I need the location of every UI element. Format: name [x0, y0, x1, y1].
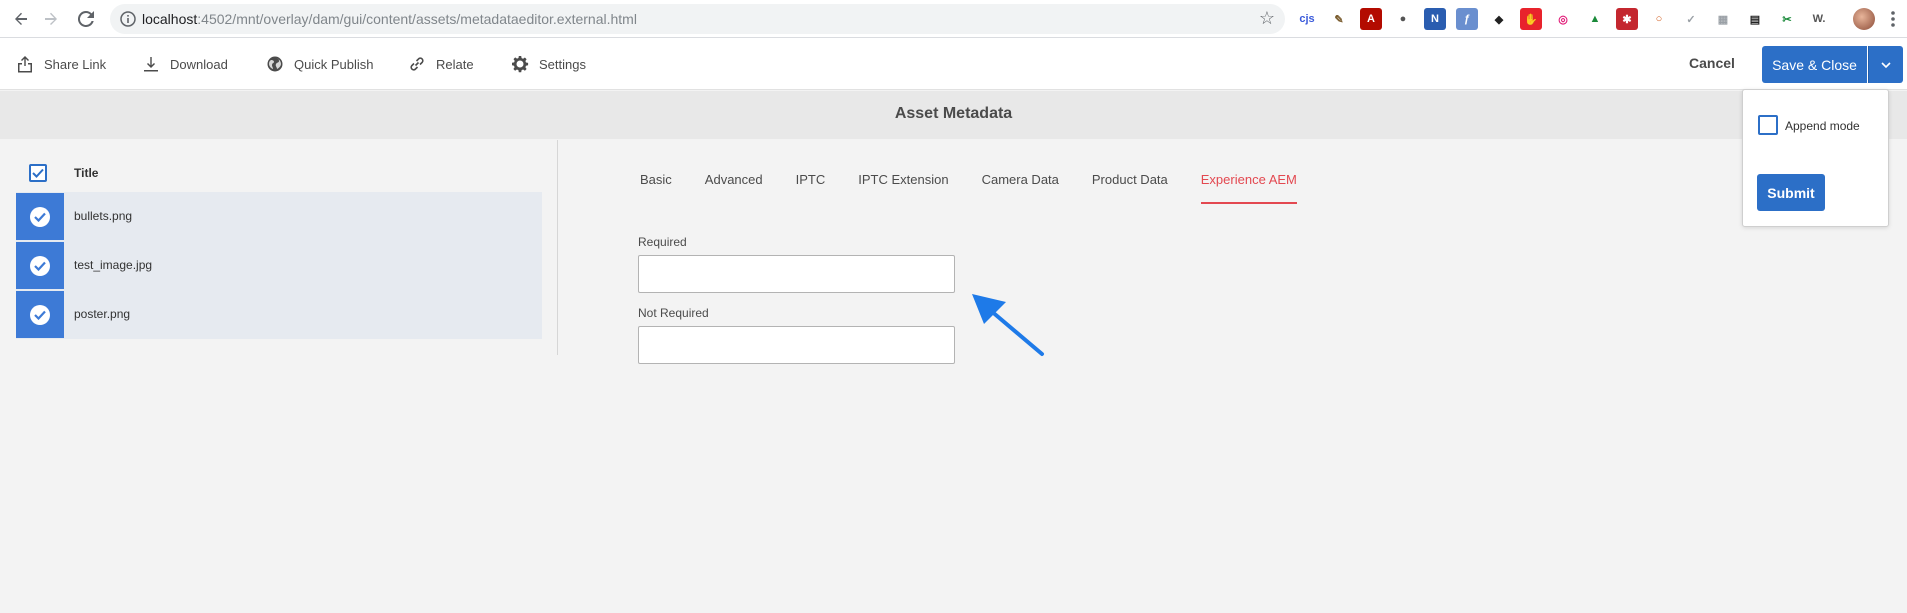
forward-icon[interactable] [40, 8, 62, 30]
list-item[interactable]: poster.png [16, 290, 542, 339]
relate-button[interactable]: Relate [408, 38, 474, 90]
submit-button[interactable]: Submit [1757, 174, 1825, 211]
chevron-down-icon [1881, 56, 1891, 74]
reload-icon[interactable] [75, 8, 97, 30]
cjs-icon[interactable]: cjs [1296, 8, 1318, 30]
quick-publish-button[interactable]: Quick Publish [266, 38, 373, 90]
required-label: Required [638, 235, 687, 249]
tab-iptc-extension[interactable]: IPTC Extension [858, 160, 948, 204]
check-icon [32, 168, 44, 178]
grid-grey-icon[interactable]: ▦ [1712, 8, 1734, 30]
bookmark-star-icon[interactable]: ☆ [1259, 9, 1275, 27]
back-icon[interactable] [10, 8, 32, 30]
relate-label: Relate [436, 56, 474, 72]
download-label: Download [170, 56, 228, 72]
share-link-label: Share Link [44, 56, 107, 72]
url-text: localhost:4502/mnt/overlay/dam/gui/conte… [142, 11, 637, 27]
download-button[interactable]: Download [142, 38, 228, 90]
extensions-bar: cjs ✎ A ● Nƒ ◆ ✋ ◎ ▲ ✱ ○ ✓ ▦ ▤ ✂ W. [1296, 8, 1830, 30]
selected-check-icon [30, 304, 50, 325]
feather-icon[interactable]: ƒ [1456, 8, 1478, 30]
tab-advanced[interactable]: Advanced [705, 160, 763, 204]
red-square-icon[interactable]: ✱ [1616, 8, 1638, 30]
stop-hand-icon[interactable]: ✋ [1520, 8, 1542, 30]
tab-basic[interactable]: Basic [640, 160, 672, 204]
not-required-field[interactable] [638, 326, 955, 364]
target-icon[interactable]: ◎ [1552, 8, 1574, 30]
profile-avatar[interactable] [1853, 8, 1875, 30]
action-bar: Share Link Download Quick Publish Relate… [0, 38, 1907, 90]
info-icon[interactable] [120, 11, 136, 32]
panel-divider [557, 140, 558, 355]
leaf-icon[interactable]: ✂ [1776, 8, 1798, 30]
address-bar[interactable]: localhost:4502/mnt/overlay/dam/gui/conte… [110, 4, 1285, 34]
browser-menu-icon[interactable] [1885, 8, 1901, 30]
list-item[interactable]: bullets.png [16, 192, 542, 241]
select-all-checkbox[interactable] [29, 164, 47, 182]
asset-name: poster.png [74, 307, 131, 321]
append-mode-label: Append mode [1785, 119, 1860, 133]
tab-camera-data[interactable]: Camera Data [982, 160, 1059, 204]
new-badge-icon[interactable]: N [1424, 8, 1446, 30]
list-item[interactable]: test_image.jpg [16, 241, 542, 290]
gear-icon [511, 55, 529, 73]
column-header-title: Title [74, 166, 99, 180]
selected-check-icon [30, 255, 50, 276]
url-path: :4502/mnt/overlay/dam/gui/content/assets… [197, 11, 637, 27]
url-host: localhost [142, 11, 198, 27]
required-field[interactable] [638, 255, 955, 293]
tab-experience-aem[interactable]: Experience AEM [1200, 160, 1297, 204]
feather-grey-icon[interactable]: ✓ [1680, 8, 1702, 30]
spy-icon[interactable]: ◆ [1488, 8, 1510, 30]
drive-icon[interactable]: ▲ [1584, 8, 1606, 30]
asset-thumbnail[interactable] [16, 291, 64, 338]
asset-name: bullets.png [74, 209, 133, 223]
globe-icon [266, 55, 284, 73]
w-icon[interactable]: W. [1808, 8, 1830, 30]
circle-icon[interactable]: ● [1392, 8, 1414, 30]
metadata-tabs: Basic Advanced IPTC IPTC Extension Camer… [640, 160, 1330, 204]
tab-product-data[interactable]: Product Data [1092, 160, 1168, 204]
settings-label: Settings [539, 56, 586, 72]
save-options-popover: Append mode Submit [1742, 89, 1889, 227]
acrobat-icon[interactable]: A [1360, 8, 1382, 30]
annotation-arrow-icon [968, 290, 1048, 365]
page-title: Asset Metadata [894, 105, 1013, 122]
asset-list: bullets.png test_image.jpg poster.png [16, 192, 542, 339]
cancel-button[interactable]: Cancel [1689, 55, 1735, 71]
quick-publish-label: Quick Publish [294, 56, 374, 72]
selected-check-icon [30, 206, 50, 227]
not-required-label: Not Required [638, 306, 709, 320]
tab-iptc[interactable]: IPTC [796, 160, 826, 204]
save-dropdown-button[interactable] [1868, 46, 1903, 83]
share-link-button[interactable]: Share Link [16, 38, 106, 90]
append-mode-checkbox[interactable] [1758, 115, 1778, 135]
ring-icon[interactable]: ○ [1648, 8, 1670, 30]
calendar-icon[interactable]: ▤ [1744, 8, 1766, 30]
asset-thumbnail[interactable] [16, 242, 64, 289]
asset-name: test_image.jpg [74, 258, 153, 272]
link-icon [408, 55, 426, 73]
save-close-button[interactable]: Save & Close [1762, 46, 1867, 83]
download-icon [142, 55, 160, 73]
browser-toolbar: localhost:4502/mnt/overlay/dam/gui/conte… [0, 0, 1907, 38]
share-icon [16, 55, 34, 73]
pen-icon[interactable]: ✎ [1328, 8, 1350, 30]
settings-button[interactable]: Settings [511, 38, 586, 90]
title-bar: Asset Metadata [0, 91, 1907, 139]
asset-thumbnail[interactable] [16, 193, 64, 240]
